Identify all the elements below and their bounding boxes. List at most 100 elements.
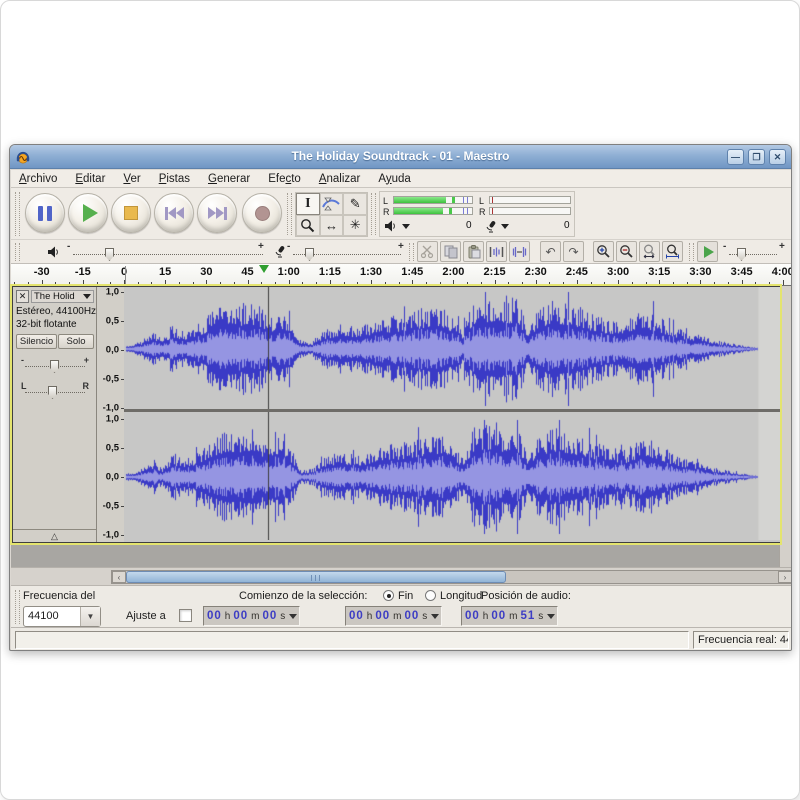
silence-icon — [512, 245, 527, 259]
waveform-display[interactable] — [124, 287, 780, 542]
speed-slider[interactable] — [729, 254, 777, 255]
menu-item-ver[interactable]: Ver — [123, 173, 140, 185]
rewind-button[interactable] — [154, 193, 194, 233]
input-meter-left[interactable] — [489, 196, 571, 204]
time-field-dropdown-icon[interactable] — [289, 614, 297, 619]
timeline-ruler[interactable]: -30-1501530451:001:151:301:452:002:152:3… — [11, 264, 792, 286]
output-volume-slider[interactable] — [73, 254, 263, 255]
track-close-button[interactable]: ✕ — [16, 290, 29, 303]
cut-button[interactable] — [417, 241, 438, 262]
transcription-toolbar-grabber[interactable] — [689, 243, 694, 261]
selection-start-field[interactable]: 00h00m00s — [203, 606, 300, 626]
gain-slider[interactable]: - + — [21, 357, 89, 375]
waveform-right-channel[interactable] — [124, 412, 780, 540]
trim-icon — [489, 245, 504, 259]
hscroll-thumb[interactable] — [126, 571, 506, 583]
length-radio-icon[interactable] — [425, 590, 436, 601]
record-button[interactable] — [242, 193, 282, 233]
pan-slider-thumb[interactable] — [48, 386, 57, 399]
playback-position-marker-icon[interactable] — [259, 265, 269, 273]
selection-tool-button[interactable]: I — [296, 193, 320, 215]
end-radio-icon[interactable] — [383, 590, 394, 601]
undo-button[interactable]: ↶ — [540, 241, 561, 262]
multi-tool-button[interactable]: ✳ — [343, 215, 367, 237]
speed-minus: - — [723, 241, 726, 252]
track-collapse-button[interactable]: △ — [13, 529, 96, 542]
silence-button[interactable] — [509, 241, 530, 262]
vertical-scrollbar[interactable] — [779, 286, 792, 567]
snap-to-checkbox[interactable] — [179, 609, 192, 622]
speed-slider-thumb[interactable] — [737, 248, 746, 261]
menu-item-efecto[interactable]: Efecto — [268, 173, 301, 185]
track-title-menu[interactable]: The Holid — [31, 290, 94, 303]
pause-button[interactable] — [25, 193, 65, 233]
input-meter-right[interactable] — [489, 207, 571, 215]
copy-button[interactable] — [440, 241, 461, 262]
maximize-button[interactable]: ❐ — [748, 149, 765, 165]
menu-item-pistas[interactable]: Pistas — [159, 173, 190, 185]
menu-item-editar[interactable]: Editar — [75, 173, 105, 185]
selection-toolbar-grabber[interactable] — [15, 590, 20, 624]
solo-button[interactable]: Solo — [58, 334, 94, 349]
transport-toolbar-grabber[interactable] — [15, 192, 20, 236]
play-button[interactable] — [68, 193, 108, 233]
zoom-fit-button[interactable] — [662, 241, 683, 262]
timeline-tick — [275, 282, 276, 285]
mute-button[interactable]: Silencio — [16, 334, 57, 349]
edit-toolbar-grabber[interactable] — [409, 243, 414, 261]
trim-outside-button[interactable] — [486, 241, 507, 262]
mixer-toolbar-grabber[interactable] — [15, 243, 20, 261]
menu-item-ayuda[interactable]: Ayuda — [378, 173, 410, 185]
time-token: 00 — [490, 610, 507, 622]
time-field-dropdown-icon[interactable] — [431, 614, 439, 619]
input-meter-dropdown[interactable] — [501, 224, 509, 229]
play-at-speed-button[interactable] — [697, 241, 718, 262]
hscroll-track[interactable]: ‹ › — [111, 570, 792, 584]
output-meter-dropdown[interactable] — [402, 224, 410, 229]
tools-toolbar-grabber[interactable] — [287, 193, 292, 235]
selection-end-field[interactable]: 00h00m00s — [345, 606, 442, 626]
menu-item-archivo[interactable]: Archivo — [19, 173, 57, 185]
undo-icon: ↶ — [545, 245, 555, 259]
selection-toolbar: Frecuencia del 44100 ▼ Ajuste a Comienzo… — [11, 585, 792, 627]
close-button[interactable]: ✕ — [769, 149, 786, 165]
output-volume-thumb[interactable] — [105, 248, 114, 261]
gain-slider-thumb[interactable] — [50, 360, 59, 373]
pan-left-label: L — [21, 381, 27, 391]
timeline-tick — [453, 280, 454, 285]
pan-right-label: R — [83, 381, 90, 391]
minimize-button[interactable]: — — [727, 149, 744, 165]
redo-button[interactable]: ↷ — [563, 241, 584, 262]
envelope-tool-button[interactable] — [320, 193, 344, 215]
meter-toolbar-grabber[interactable] — [371, 193, 376, 235]
pan-slider[interactable]: L R — [21, 383, 89, 401]
input-volume-slider[interactable] — [293, 254, 401, 255]
output-meter-left[interactable] — [393, 196, 473, 204]
audio-position-field[interactable]: 00h00m51s — [461, 606, 558, 626]
timeshift-tool-button[interactable]: ↔ — [320, 215, 344, 237]
zoom-out-button[interactable] — [616, 241, 637, 262]
envelope-tool-icon — [322, 197, 340, 211]
zoom-selection-button[interactable] — [639, 241, 660, 262]
time-field-dropdown-icon[interactable] — [547, 614, 555, 619]
title-bar[interactable]: The Holiday Soundtrack - 01 - Maestro — … — [10, 145, 791, 169]
radio-length[interactable]: Longitud — [425, 590, 482, 602]
menu-item-analizar[interactable]: Analizar — [319, 173, 361, 185]
waveform-left-channel[interactable] — [124, 287, 780, 409]
scroll-left-arrow[interactable]: ‹ — [112, 571, 126, 583]
timeline-label: 2:45 — [566, 266, 588, 278]
output-meter-right[interactable] — [393, 207, 473, 215]
vertical-ruler[interactable]: 1,00,50,0-0,5-1,01,00,50,0-0,5-1,0 — [98, 287, 124, 542]
forward-button[interactable] — [197, 193, 237, 233]
scroll-right-arrow[interactable]: › — [778, 571, 792, 583]
project-rate-combo[interactable]: 44100 ▼ — [23, 606, 101, 627]
radio-end[interactable]: Fin — [383, 590, 413, 602]
stop-button[interactable] — [111, 193, 151, 233]
menu-item-generar[interactable]: Generar — [208, 173, 250, 185]
timeline-tick — [673, 282, 674, 285]
input-volume-thumb[interactable] — [305, 248, 314, 261]
zoom-in-button[interactable] — [593, 241, 614, 262]
paste-button[interactable] — [463, 241, 484, 262]
zoom-tool-button[interactable] — [296, 215, 320, 237]
draw-tool-button[interactable]: ✎ — [343, 193, 367, 215]
